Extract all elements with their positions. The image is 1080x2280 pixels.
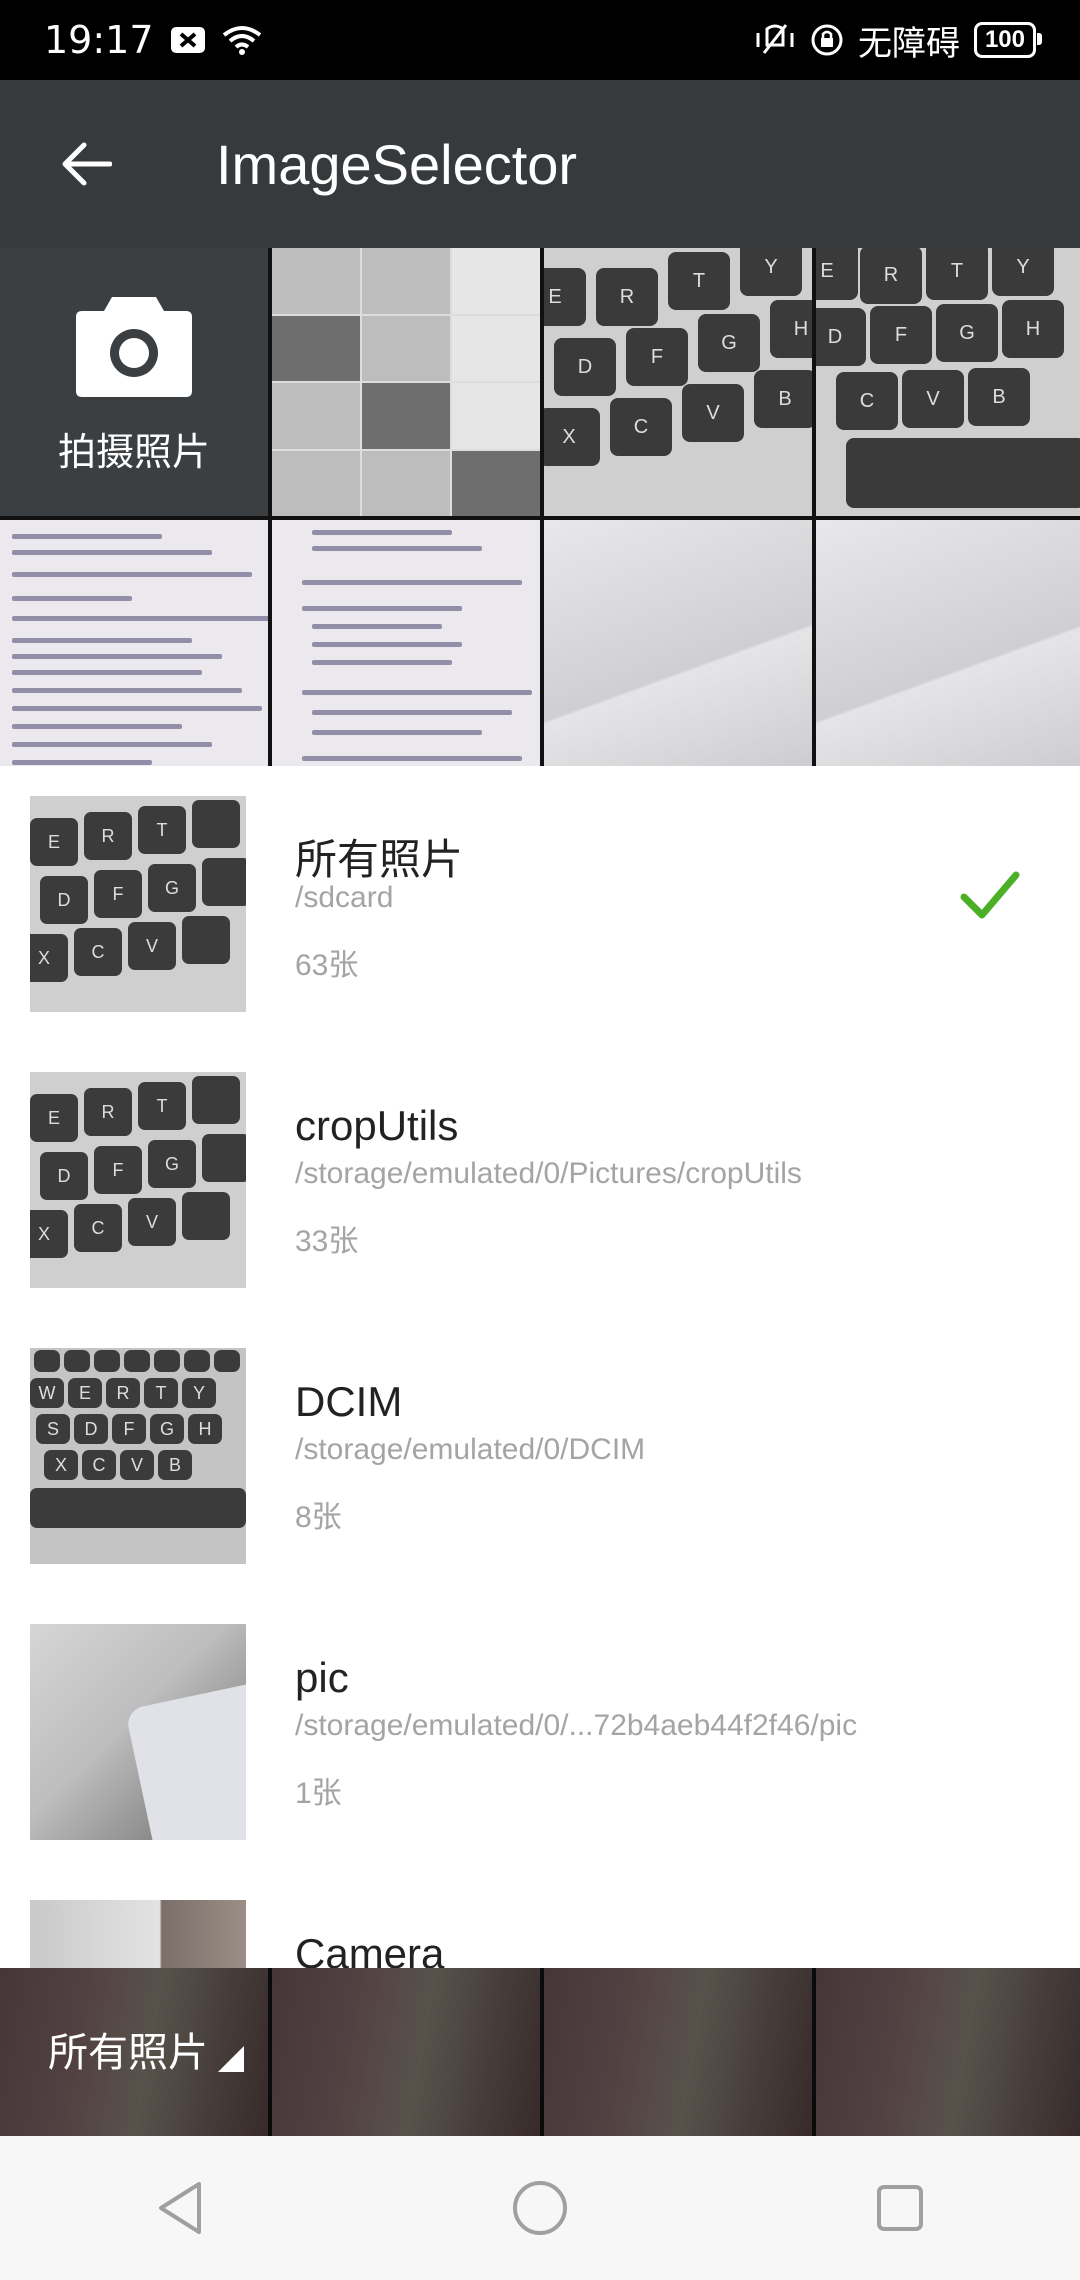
- album-path: /storage/emulated/0/DCIM: [295, 1433, 646, 1466]
- image-grid: 拍摄照片 E R T Y D F G H X C V B E R T Y D F…: [0, 248, 1080, 766]
- album-name: DCIM: [295, 1378, 403, 1425]
- album-thumbnail: [30, 1900, 246, 1968]
- triangle-back-icon: [159, 2182, 201, 2234]
- grid-photo[interactable]: [816, 520, 1080, 766]
- take-photo-button[interactable]: 拍摄照片: [0, 248, 268, 516]
- album-thumbnail: E R T D F G X C V: [30, 1072, 246, 1288]
- battery-level: 100: [984, 26, 1025, 53]
- nav-recents-button[interactable]: [840, 2158, 960, 2258]
- square-recents-icon: [877, 2185, 923, 2231]
- folder-selector-button[interactable]: 所有照片: [48, 2020, 244, 2078]
- notification-x-icon: [170, 26, 206, 54]
- album-path: /storage/emulated/0/Pictures/cropUtils: [295, 1157, 802, 1190]
- check-icon: [960, 871, 1020, 919]
- album-count: 63张: [295, 949, 359, 982]
- album-thumbnail: E R T D F G X C V: [30, 796, 246, 1012]
- battery-icon: 100: [973, 22, 1043, 58]
- status-time: 19:17: [44, 18, 154, 62]
- arrow-back-icon: [62, 142, 112, 186]
- album-item-camera[interactable]: Camera: [0, 1870, 1080, 1968]
- grid-photo[interactable]: E R T Y D F G H C V B: [816, 248, 1080, 516]
- album-list: E R T D F G X C V 所有照片 /sdcard 63张 E R T…: [0, 766, 1080, 1968]
- album-name: 所有照片: [295, 836, 464, 883]
- album-path: /sdcard: [295, 881, 394, 914]
- grid-photo[interactable]: [272, 248, 540, 516]
- back-button[interactable]: [36, 114, 136, 214]
- status-bar: 19:17 无障碍 100: [0, 0, 1080, 80]
- album-count: 33张: [295, 1225, 359, 1258]
- album-name: pic: [295, 1654, 349, 1701]
- album-item-dcim[interactable]: W E R T Y S D F G H X C V B DCIM /storag…: [0, 1318, 1080, 1594]
- album-item-cropUtils[interactable]: E R T D F G X C V cropUtils /storage/emu…: [0, 1042, 1080, 1318]
- grid-photo[interactable]: E R T Y D F G H X C V B: [544, 248, 812, 516]
- grid-photo[interactable]: [272, 520, 540, 766]
- folder-selector-label: 所有照片: [48, 2031, 208, 2075]
- nav-back-button[interactable]: [120, 2158, 240, 2258]
- nav-home-button[interactable]: [480, 2158, 600, 2258]
- grid-photo[interactable]: [544, 520, 812, 766]
- grid-photo[interactable]: [0, 520, 268, 766]
- take-photo-label: 拍摄照片: [57, 431, 210, 474]
- album-count: 8张: [295, 1501, 342, 1534]
- rotation-lock-icon: [810, 23, 844, 57]
- album-item-pic[interactable]: pic /storage/emulated/0/...72b4aeb44f2f4…: [0, 1594, 1080, 1870]
- album-name: cropUtils: [295, 1102, 459, 1149]
- album-path: /storage/emulated/0/...72b4aeb44f2f46/pi…: [295, 1709, 858, 1742]
- accessibility-label: 无障碍: [857, 24, 960, 63]
- wifi-icon: [222, 25, 262, 55]
- camera-icon: [76, 296, 192, 397]
- album-count: 1张: [295, 1777, 342, 1810]
- album-name: Camera: [295, 1930, 445, 1968]
- album-thumbnail: W E R T Y S D F G H X C V B: [30, 1348, 246, 1564]
- album-item-all-photos[interactable]: E R T D F G X C V 所有照片 /sdcard 63张: [0, 766, 1080, 1042]
- circle-home-icon: [513, 2181, 567, 2235]
- dropdown-triangle-icon: [218, 2046, 244, 2072]
- vibrate-icon: [754, 23, 796, 57]
- app-bar: ImageSelector: [0, 80, 1080, 248]
- page-title: ImageSelector: [216, 132, 578, 196]
- album-thumbnail: [30, 1624, 246, 1840]
- navigation-bar: [0, 2136, 1080, 2280]
